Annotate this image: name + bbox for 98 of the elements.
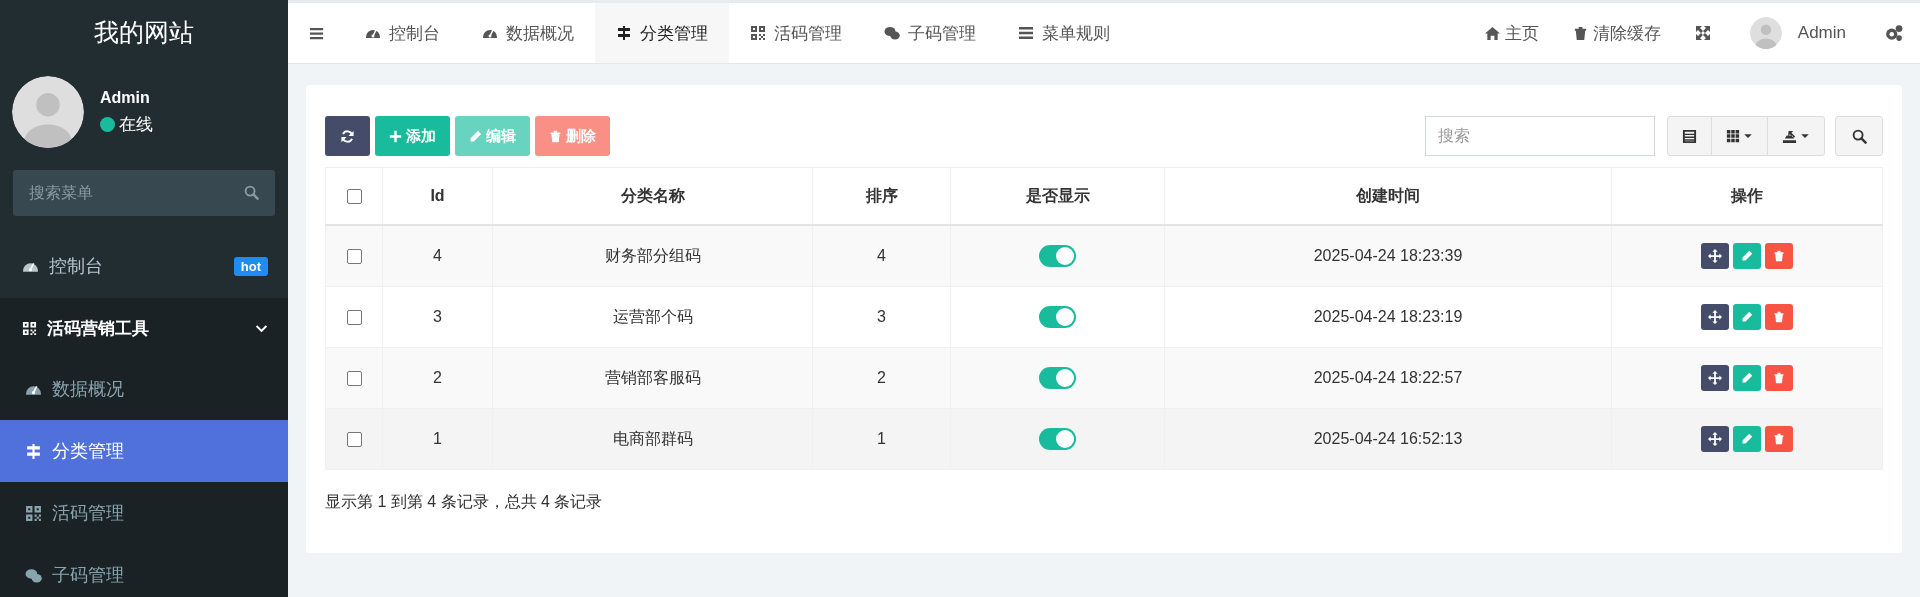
pencil-icon [1741,250,1753,262]
nav-tab[interactable]: 子码管理 [863,3,997,63]
site-title: 我的网站 [93,16,195,48]
settings-icon [1885,24,1903,42]
table-cell: 2 [877,369,886,386]
row-checkbox[interactable] [346,371,362,387]
sidebar-item[interactable]: 数据概况 [0,358,288,420]
table-cell: 1 [877,430,886,447]
table-icon [1682,128,1697,144]
list-icon [308,25,324,41]
pencil-icon [1741,311,1753,323]
nav-tab[interactable]: 分类管理 [595,3,729,63]
select-all-checkbox[interactable] [346,189,362,205]
column-header: 创建时间 [1356,186,1420,204]
menu-group[interactable]: 活码营销工具 [0,298,288,358]
column-header: Id [430,187,445,204]
sidebar-item[interactable]: 子码管理 [0,544,288,597]
pencil-icon [1741,372,1753,384]
move-icon [1708,432,1722,446]
row-checkbox[interactable] [346,432,362,448]
pagination-summary: 显示第 1 到第 4 条记录，总共 4 条记录 [325,492,604,512]
toggle-switch[interactable] [1039,306,1076,328]
search-button[interactable] [1835,116,1883,156]
trash-icon [1773,311,1785,323]
table-search-field[interactable]: 搜索 [1425,116,1655,156]
refresh-button[interactable] [325,116,370,156]
drag-button[interactable] [1701,243,1729,269]
hot-badge: hot [233,256,268,276]
row-checkbox[interactable] [346,310,362,326]
toggle-switch[interactable] [1039,367,1076,389]
column-header: 操作 [1731,186,1763,204]
chat-bubbles-icon [25,566,42,584]
trash-icon [1572,25,1588,41]
list-icon [1018,25,1034,41]
nav-tab[interactable]: 菜单规则 [997,3,1131,63]
table-cell: 3 [433,308,442,325]
qr-code-icon [25,504,42,522]
table-cell: 1 [433,430,442,447]
table-cell: 2025-04-24 16:52:13 [1313,430,1463,447]
drag-button[interactable] [1701,426,1729,452]
toggle-switch[interactable] [1039,428,1076,450]
nav-tab[interactable]: 控制台 [344,3,461,63]
home-icon [1484,25,1500,41]
table-cell: 运营部个码 [612,307,693,325]
table-cell: 3 [877,308,886,325]
export-icon [1782,128,1797,144]
table-cell: 4 [877,247,886,264]
drag-button[interactable] [1701,304,1729,330]
column-header: 排序 [865,186,898,204]
trash-icon [549,129,562,143]
user-name: Admin [100,88,151,107]
search-icon [1851,128,1867,144]
move-icon [1708,371,1722,385]
table-cell: 2025-04-24 18:23:19 [1313,308,1463,325]
fullscreen-icon [1694,25,1711,41]
qr-code-icon [750,25,766,41]
search-icon [244,185,259,200]
delete-row-button[interactable] [1765,243,1793,269]
refresh-icon [340,128,355,144]
table-cell: 电商部群码 [612,429,693,447]
table-cell: 2025-04-24 18:22:57 [1313,369,1463,386]
grid-icon [1726,129,1740,143]
table-cell: 2025-04-24 18:23:39 [1313,247,1463,264]
column-header: 分类名称 [620,186,685,204]
nav-tab[interactable]: 数据概况 [461,3,595,63]
user-menu[interactable]: Admin [1727,3,1868,63]
plus-icon [389,129,402,143]
chat-bubbles-icon [884,25,900,41]
signpost-icon [25,442,42,460]
toolbar-link[interactable]: 主页 [1467,3,1556,63]
menu-search-field[interactable]: 搜索菜单 [13,170,275,216]
drag-button[interactable] [1701,365,1729,391]
trash-icon [1773,250,1785,262]
user-status: 在线 [119,113,153,136]
avatar-icon [12,76,84,148]
avatar-icon [1749,17,1782,49]
delete-row-button[interactable] [1765,304,1793,330]
toggle-switch[interactable] [1039,245,1076,267]
column-header: 是否显示 [1025,186,1090,204]
table-cell: 营销部客服码 [604,368,701,386]
signpost-icon [616,25,632,41]
move-icon [1708,310,1722,324]
toolbar-link[interactable]: 清除缓存 [1555,3,1678,63]
pencil-icon [469,129,482,143]
nav-tab[interactable]: 活码管理 [729,3,863,63]
row-checkbox[interactable] [346,249,362,265]
delete-row-button[interactable] [1765,365,1793,391]
table-cell: 财务部分组码 [604,246,701,264]
sidebar-item[interactable]: 分类管理 [0,420,288,482]
table-cell: 2 [433,369,442,386]
trash-icon [1773,372,1785,384]
qr-code-icon [22,320,37,336]
table-cell: 4 [433,247,442,264]
move-icon [1708,249,1722,263]
pencil-icon [1741,433,1753,445]
trash-icon [1773,433,1785,445]
sidebar-item[interactable]: 活码管理 [0,482,288,544]
delete-row-button[interactable] [1765,426,1793,452]
